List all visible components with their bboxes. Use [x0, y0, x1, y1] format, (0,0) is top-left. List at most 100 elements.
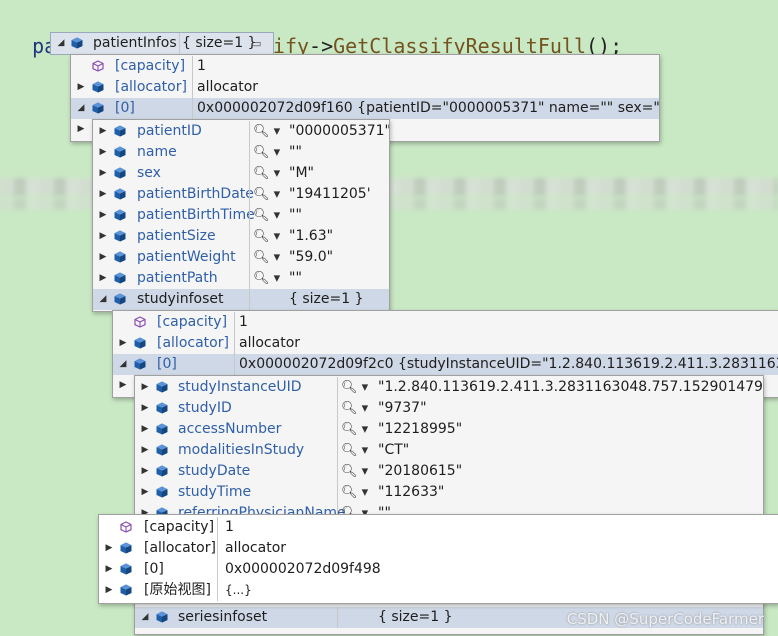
- expand-arrow-icon[interactable]: ▶: [103, 559, 115, 580]
- expand-arrow-icon[interactable]: ▶: [75, 77, 87, 98]
- field-cube-icon: [114, 146, 126, 158]
- expand-arrow-icon[interactable]: ▶: [139, 377, 151, 398]
- expand-arrow-icon[interactable]: ▶: [97, 247, 109, 268]
- expand-arrow-icon[interactable]: ▶: [97, 268, 109, 289]
- magnifier-dropdown-icon[interactable]: 🔍︎ ▾: [253, 268, 283, 289]
- row-name: [0]: [157, 356, 177, 372]
- field-cube-icon: [156, 381, 168, 393]
- expand-arrow-icon[interactable]: ▶: [97, 121, 109, 142]
- magnifier-dropdown-icon[interactable]: 🔍︎ ▾: [341, 440, 371, 461]
- collapse-arrow-icon[interactable]: ◢: [117, 354, 129, 375]
- patient-row[interactable]: ▶ name 🔍︎ ▾ "": [93, 142, 389, 163]
- row-name: accessNumber: [178, 421, 282, 437]
- row-value: "19411205': [289, 186, 371, 202]
- expand-arrow-icon[interactable]: ▶: [97, 163, 109, 184]
- field-cube-icon: [120, 542, 132, 554]
- study-row[interactable]: ▶ studyInstanceUID 🔍︎ ▾ "1.2.840.113619.…: [135, 377, 763, 398]
- vector-row-capacity[interactable]: [capacity] 1: [71, 56, 659, 77]
- row-name: [allocator]: [144, 540, 216, 556]
- patient-row[interactable]: ▶ patientID 🔍︎ ▾ "0000005371": [93, 121, 389, 142]
- vector-row-capacity[interactable]: [capacity] 1: [113, 312, 778, 333]
- expand-arrow-icon[interactable]: ▶: [97, 205, 109, 226]
- expand-arrow-icon[interactable]: ▶: [139, 461, 151, 482]
- expand-arrow-icon[interactable]: ▶: [103, 580, 115, 601]
- expand-arrow-icon[interactable]: ▶: [97, 226, 109, 247]
- patient-row[interactable]: ▶ patientWeight 🔍︎ ▾ "59.0": [93, 247, 389, 268]
- datatip-vector-series: [capacity] 1 ▶ [allocator] allocator ▶ […: [98, 514, 778, 604]
- vector-row-0[interactable]: ◢ [0] 0x000002072d09f160 {patientID="000…: [71, 98, 659, 119]
- vector-row-0[interactable]: ◢ [0] 0x000002072d09f2c0 {studyInstanceU…: [113, 354, 778, 375]
- field-cube-icon: [120, 584, 132, 596]
- magnifier-dropdown-icon[interactable]: 🔍︎ ▾: [341, 482, 371, 503]
- field-cube-icon: [134, 337, 146, 349]
- vector-row-allocator[interactable]: ▶ [allocator] allocator: [99, 538, 778, 559]
- row-name: name: [137, 144, 177, 160]
- patient-row[interactable]: ▶ patientBirthTime 🔍︎ ▾ "": [93, 205, 389, 226]
- collapse-arrow-icon[interactable]: ◢: [55, 33, 67, 54]
- study-row[interactable]: ▶ studyDate 🔍︎ ▾ "20180615": [135, 461, 763, 482]
- row-value: allocator: [225, 540, 287, 556]
- patient-row[interactable]: ▶ sex 🔍︎ ▾ "M": [93, 163, 389, 184]
- row-name: [allocator]: [157, 335, 229, 351]
- expand-arrow-icon[interactable]: ▶: [117, 333, 129, 354]
- vector-row-raw-view[interactable]: ▶ [原始视图] {...}: [99, 580, 778, 601]
- magnifier-dropdown-icon[interactable]: 🔍︎ ▾: [253, 226, 283, 247]
- expand-arrow-icon[interactable]: ▶: [139, 398, 151, 419]
- magnifier-dropdown-icon[interactable]: 🔍︎ ▾: [341, 461, 371, 482]
- row-name: patientWeight: [137, 249, 236, 265]
- field-cube-icon: [120, 563, 132, 575]
- field-cube-icon: [156, 486, 168, 498]
- expand-arrow-icon[interactable]: ▶: [139, 482, 151, 503]
- patient-row[interactable]: ▶ patientBirthDate 🔍︎ ▾ "19411205': [93, 184, 389, 205]
- magnifier-dropdown-icon[interactable]: 🔍︎ ▾: [341, 419, 371, 440]
- magnifier-dropdown-icon[interactable]: 🔍︎ ▾: [341, 398, 371, 419]
- vector-row-allocator[interactable]: ▶ [allocator] allocator: [71, 77, 659, 98]
- expand-arrow-icon[interactable]: ▶: [139, 440, 151, 461]
- field-cube-icon: [156, 611, 168, 623]
- row-value: "": [289, 207, 302, 223]
- row-value: 1: [239, 314, 248, 330]
- row-value: allocator: [197, 79, 259, 95]
- pin-icon[interactable]: ▭: [251, 33, 261, 54]
- expand-arrow-icon[interactable]: ▶: [103, 538, 115, 559]
- row-name: [原始视图]: [144, 582, 211, 598]
- datatip-root-value: { size=1 }: [182, 35, 257, 51]
- vector-row-0[interactable]: ▶ [0] 0x000002072d09f498: [99, 559, 778, 580]
- study-row[interactable]: ▶ modalitiesInStudy 🔍︎ ▾ "CT": [135, 440, 763, 461]
- magnifier-dropdown-icon[interactable]: 🔍︎ ▾: [253, 247, 283, 268]
- magnifier-dropdown-icon[interactable]: 🔍︎ ▾: [253, 142, 283, 163]
- watermark: CSDN @SuperCodeFarmer: [566, 610, 764, 628]
- magnifier-dropdown-icon[interactable]: 🔍︎ ▾: [253, 121, 283, 142]
- magnifier-dropdown-icon[interactable]: 🔍︎ ▾: [253, 205, 283, 226]
- magnifier-dropdown-icon[interactable]: 🔍︎ ▾: [341, 377, 371, 398]
- magnifier-dropdown-icon[interactable]: 🔍︎ ▾: [253, 184, 283, 205]
- study-row[interactable]: ▶ studyID 🔍︎ ▾ "9737": [135, 398, 763, 419]
- collapse-arrow-icon[interactable]: ◢: [75, 98, 87, 119]
- study-row[interactable]: ▶ studyTime 🔍︎ ▾ "112633": [135, 482, 763, 503]
- field-cube-icon: [114, 209, 126, 221]
- expand-arrow-icon[interactable]: ▶: [97, 142, 109, 163]
- patient-row[interactable]: ▶ patientSize 🔍︎ ▾ "1.63": [93, 226, 389, 247]
- vector-row-capacity[interactable]: [capacity] 1: [99, 517, 778, 538]
- expand-arrow-icon[interactable]: ▶: [97, 184, 109, 205]
- patient-row[interactable]: ▶ patientPath 🔍︎ ▾ "": [93, 268, 389, 289]
- field-cube-icon: [156, 465, 168, 477]
- field-cube-icon: [156, 444, 168, 456]
- study-row[interactable]: ▶ accessNumber 🔍︎ ▾ "12218995": [135, 419, 763, 440]
- datatip-root[interactable]: ◢ patientInfos { size=1 } ▭: [50, 32, 274, 55]
- vector-row-allocator[interactable]: ▶ [allocator] allocator: [113, 333, 778, 354]
- expand-arrow-icon[interactable]: ▶: [117, 375, 129, 396]
- collapse-arrow-icon[interactable]: ◢: [97, 289, 109, 310]
- collapse-arrow-icon[interactable]: ◢: [139, 607, 151, 628]
- field-cube-icon: [92, 102, 104, 114]
- row-name: studyDate: [178, 463, 251, 479]
- expand-arrow-icon[interactable]: ▶: [139, 419, 151, 440]
- row-name: patientSize: [137, 228, 216, 244]
- row-name: sex: [137, 165, 161, 181]
- patient-row-studyinfoset[interactable]: ◢ studyinfoset { size=1 }: [93, 289, 389, 310]
- row-value: 1: [225, 519, 234, 535]
- magnifier-dropdown-icon[interactable]: 🔍︎ ▾: [253, 163, 283, 184]
- row-value: allocator: [239, 335, 301, 351]
- expand-arrow-icon[interactable]: ▶: [75, 119, 87, 140]
- row-value: 1: [197, 58, 206, 74]
